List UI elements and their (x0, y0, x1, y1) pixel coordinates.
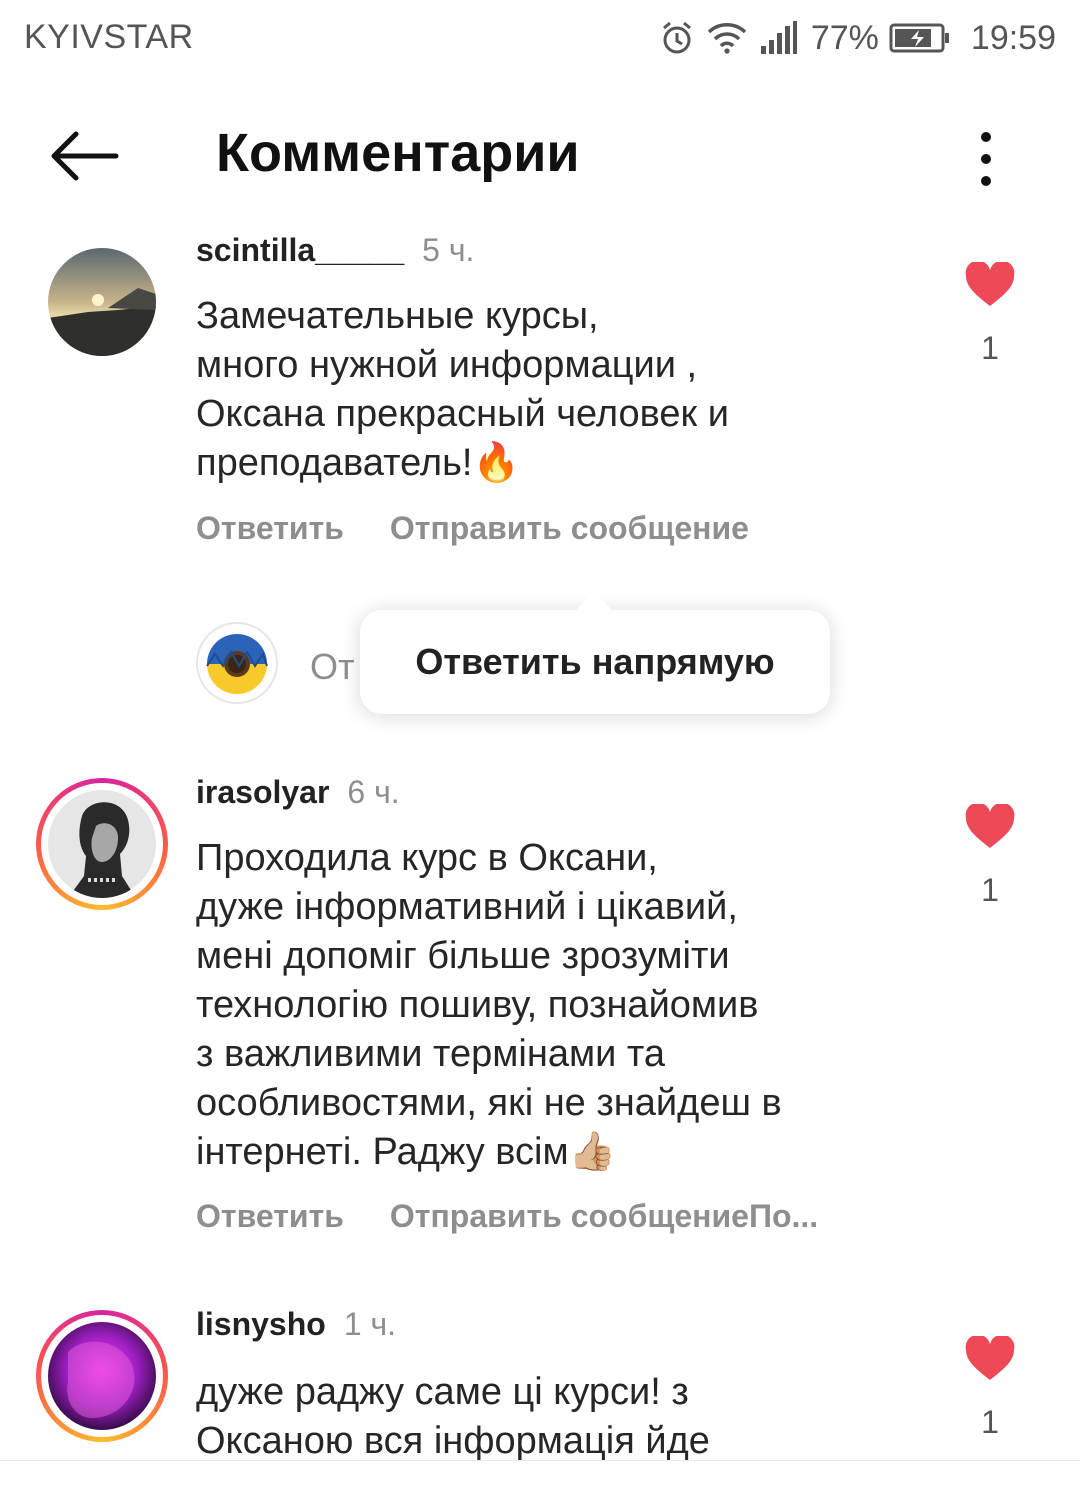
comment-time: 1 ч. (343, 1306, 397, 1342)
like-count: 1 (981, 872, 999, 908)
avatar[interactable] (48, 248, 156, 356)
like-button[interactable]: 1 (962, 262, 1018, 367)
back-button[interactable] (46, 126, 122, 186)
more-vertical-icon (981, 132, 991, 142)
signal-icon (759, 20, 799, 56)
reply-directly-tooltip[interactable]: Ответить напрямую (360, 592, 830, 714)
like-button[interactable]: 1 (962, 804, 1018, 909)
username[interactable]: lisnysho (196, 1306, 326, 1342)
status-bar: KYIVSTAR 77% 19:59 (0, 0, 1080, 78)
like-count: 1 (981, 330, 999, 366)
more-options-button[interactable] (966, 132, 1006, 186)
username[interactable]: scintilla_____ (196, 232, 404, 268)
avatar[interactable] (36, 778, 168, 910)
header: Комментарии (0, 90, 1080, 220)
bottom-area (0, 1461, 1080, 1485)
arrow-left-icon (51, 131, 119, 181)
username[interactable]: irasolyar (196, 774, 329, 810)
comment-text: Замечательные курсы, много нужной информ… (196, 295, 729, 484)
heart-icon (965, 1336, 1015, 1380)
like-button[interactable]: 1 (962, 1336, 1018, 1441)
comment-meta: irasolyar 6 ч. (196, 774, 400, 811)
send-message-button[interactable]: Отправить сообщение (390, 510, 749, 546)
comment-time: 5 ч. (422, 232, 475, 268)
comment-text: Проходила курс в Оксани, дуже інформатив… (196, 837, 782, 1173)
battery-icon (889, 22, 951, 54)
heart-icon (965, 804, 1015, 848)
comment-text: дуже раджу саме ці курси! з Оксаною вся … (196, 1371, 710, 1462)
send-message-button[interactable]: Отправить сообщениеПо... (390, 1198, 818, 1234)
like-count: 1 (981, 1404, 999, 1440)
comment-actions: Ответить Отправить сообщение (196, 510, 749, 547)
battery-percent: 77% (810, 18, 879, 57)
comment-meta: scintilla_____ 5 ч. (196, 232, 474, 269)
avatar[interactable] (36, 1310, 168, 1442)
wifi-icon (705, 20, 749, 56)
reply-button[interactable]: Ответить (196, 510, 344, 546)
alarm-icon (659, 20, 695, 56)
clock: 19:59 (970, 18, 1056, 57)
reply-button[interactable]: Ответить (196, 1198, 344, 1234)
carrier-name: KYIVSTAR (24, 18, 194, 56)
comment-time: 6 ч. (347, 774, 400, 810)
tooltip-label: Ответить напрямую (415, 641, 775, 682)
status-icons: 77% 19:59 (659, 14, 1056, 62)
page-title: Комментарии (216, 123, 580, 183)
current-user-avatar (196, 622, 278, 704)
reply-input-placeholder[interactable]: От (310, 646, 355, 688)
comment-actions: Ответить Отправить сообщениеПо... (196, 1198, 818, 1235)
heart-icon (965, 262, 1015, 306)
comment-meta: lisnysho 1 ч. (196, 1306, 396, 1343)
